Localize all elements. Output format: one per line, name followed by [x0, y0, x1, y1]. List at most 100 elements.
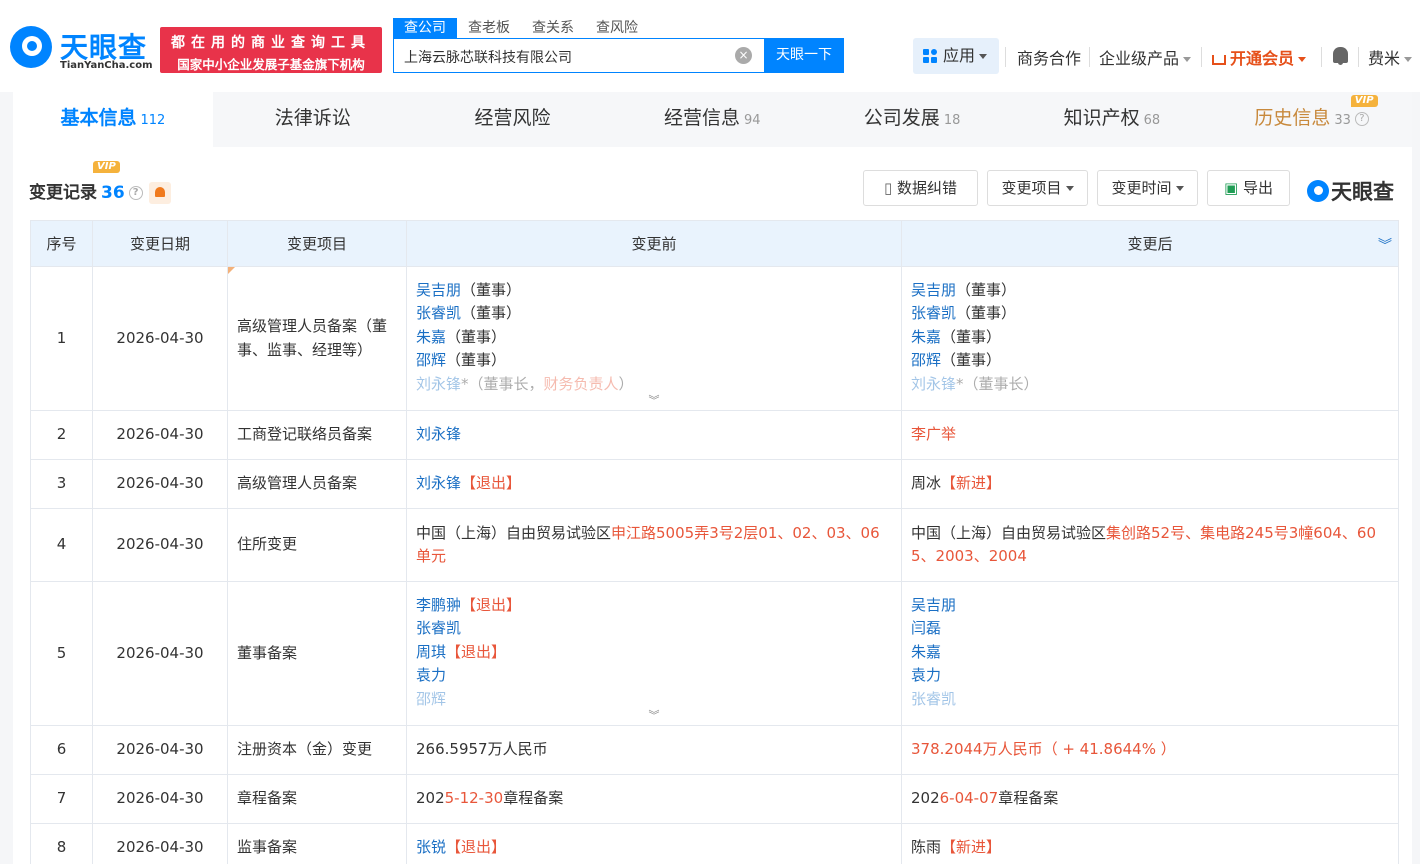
charter-text: 202 [416, 789, 445, 808]
tab-legal[interactable]: 法律诉讼 [213, 92, 413, 147]
cell-date: 2026-04-30 [92, 508, 228, 582]
cell-after: 378.2044万人民币（ + 41.8644% ） [901, 725, 1399, 775]
tab-label: 历史信息 [1254, 107, 1331, 129]
address-diff: 申江路5005弄3号2层01、02、03、06 [611, 523, 880, 542]
search-input[interactable]: 上海云脉芯联科技有限公司 × [393, 38, 764, 73]
logo-icon [10, 26, 52, 68]
person-link[interactable]: 吴吉朋 [911, 281, 956, 299]
tab-business-info[interactable]: 经营信息 94 [612, 92, 812, 147]
person-link[interactable]: 张睿凯 [416, 619, 461, 637]
person-link[interactable]: 吴吉朋 [911, 596, 956, 614]
person-link[interactable]: 邵辉 [416, 351, 446, 369]
slogan-banner[interactable]: 都在用的商业查询工具 国家中小企业发展子基金旗下机构 [160, 27, 382, 73]
cell-after: 吴吉朋 闫磊 朱嘉 袁力 张睿凯 [901, 581, 1399, 726]
person-link[interactable]: 刘永锋 [416, 375, 461, 393]
person-link[interactable]: 张锐 [416, 838, 446, 856]
data-correction-button[interactable]: ▯ 数据纠错 [863, 170, 978, 206]
person-link[interactable]: 刘永锋 [416, 425, 461, 443]
user-menu[interactable]: 费米 [1368, 45, 1413, 69]
collapse-all-icon[interactable]: ︾ [1378, 235, 1392, 255]
chevron-down-icon [1404, 57, 1413, 62]
person-link[interactable]: 张睿凯 [911, 690, 956, 708]
exit-tag: 【退出】 [446, 838, 507, 857]
new-tag: 【新进】 [941, 838, 1002, 857]
nav-divider [1005, 47, 1006, 67]
person-link[interactable]: 吴吉朋 [416, 281, 461, 299]
search-tab-boss[interactable]: 查老板 [457, 18, 521, 38]
tab-business-risk[interactable]: 经营风险 [413, 92, 613, 147]
nav-open-vip[interactable]: 开通会员 [1212, 45, 1307, 69]
change-item-filter[interactable]: 变更项目 [987, 170, 1088, 206]
capital-value: 378.2044万人民币 [911, 740, 1043, 759]
export-button[interactable]: ▣ 导出 [1207, 170, 1290, 206]
person-link[interactable]: 朱嘉 [911, 643, 941, 661]
section-header: VIP 变更记录 36? [29, 161, 171, 204]
person-link[interactable]: 刘永锋 [911, 375, 956, 393]
nav-enterprise-products[interactable]: 企业级产品 [1099, 45, 1192, 69]
cell-date: 2026-04-30 [92, 581, 228, 726]
cell-item: 章程备案 [227, 774, 407, 824]
person-link[interactable]: 李鹏翀 [416, 596, 461, 614]
notify-bell-icon[interactable] [148, 182, 171, 204]
role-text: （董事） [461, 280, 522, 299]
search-tab-relation[interactable]: 查关系 [521, 18, 585, 38]
address-diff: 单元 [416, 547, 447, 565]
charter-date-diff: 6-04-07 [939, 789, 999, 808]
person-link[interactable]: 刘永锋 [416, 474, 461, 492]
person-link[interactable]: 袁力 [416, 666, 446, 684]
person-link[interactable]: 朱嘉 [416, 328, 446, 346]
cell-item: 工商登记联络员备案 [227, 410, 407, 460]
help-icon[interactable]: ? [128, 186, 143, 200]
person-link[interactable]: 闫磊 [911, 619, 941, 637]
role-text: （董事） [956, 304, 1017, 323]
btn-label: 变更项目 [1001, 179, 1062, 197]
person-link[interactable]: 邵辉 [911, 351, 941, 369]
clear-icon[interactable]: × [735, 47, 752, 64]
nav-business[interactable]: 商务合作 [1017, 45, 1081, 69]
cell-date: 2026-04-30 [92, 266, 228, 411]
search-button[interactable]: 天眼一下 [764, 38, 844, 73]
table-header: 序号 变更日期 变更项目 变更前 变更后 ︾ [30, 220, 1399, 267]
crown-icon [1212, 54, 1226, 65]
search-tab-risk[interactable]: 查风险 [585, 18, 649, 38]
cell-no: 1 [30, 266, 93, 411]
bell-icon[interactable] [1333, 47, 1348, 65]
tab-ip[interactable]: 知识产权 68 [1012, 92, 1212, 147]
chevron-down-icon [1065, 186, 1074, 191]
person-name: 陈雨 [911, 838, 942, 857]
expand-more-icon[interactable]: ︾ [416, 395, 892, 406]
cell-item: 监事备案 [227, 823, 407, 864]
cell-item: 注册资本（金）变更 [227, 725, 407, 775]
role-text: （董事） [446, 327, 507, 346]
cell-item: 高级管理人员备案 [227, 459, 407, 509]
search-tab-company[interactable]: 查公司 [393, 18, 457, 38]
person-link[interactable]: 周琪 [416, 643, 446, 661]
tab-development[interactable]: 公司发展 18 [812, 92, 1012, 147]
cell-date: 2026-04-30 [92, 823, 228, 864]
role-text: （董事） [941, 327, 1002, 346]
table-row: 1 2026-04-30 高级管理人员备案（董事、监事、经理等） 吴吉朋（董事）… [30, 266, 1399, 411]
person-link[interactable]: 邵辉 [416, 690, 446, 708]
apps-grid-icon [923, 49, 938, 64]
apps-dropdown[interactable]: 应用 [913, 38, 999, 74]
col-header-date: 变更日期 [92, 220, 228, 267]
chevron-down-icon [1183, 57, 1192, 62]
nav-divider [1321, 47, 1322, 67]
change-time-filter[interactable]: 变更时间 [1097, 170, 1198, 206]
tab-history[interactable]: VIP 历史信息 33? [1212, 92, 1412, 147]
person-link[interactable]: 袁力 [911, 666, 941, 684]
search-input-value: 上海云脉芯联科技有限公司 [404, 50, 572, 66]
role-text: （董事） [956, 280, 1017, 299]
tab-basic-info[interactable]: 基本信息 112 [13, 92, 213, 147]
tab-label: 经营风险 [474, 107, 551, 129]
cell-no: 4 [30, 508, 93, 582]
person-link[interactable]: 张睿凯 [416, 304, 461, 322]
expand-more-icon[interactable]: ︾ [416, 710, 892, 721]
person-link[interactable]: 张睿凯 [911, 304, 956, 322]
top-header: 天眼查 TianYanCha.com 都在用的商业查询工具 国家中小企业发展子基… [0, 0, 1420, 92]
person-link[interactable]: 朱嘉 [911, 328, 941, 346]
charter-text: 章程备案 [998, 789, 1059, 808]
help-icon[interactable]: ? [1354, 111, 1369, 126]
tianyancha-logo[interactable]: 天眼查 TianYanCha.com [10, 26, 155, 76]
table-row: 5 2026-04-30 董事备案 李鹏翀【退出】 张睿凯 周琪【退出】 袁力 … [30, 581, 1399, 726]
